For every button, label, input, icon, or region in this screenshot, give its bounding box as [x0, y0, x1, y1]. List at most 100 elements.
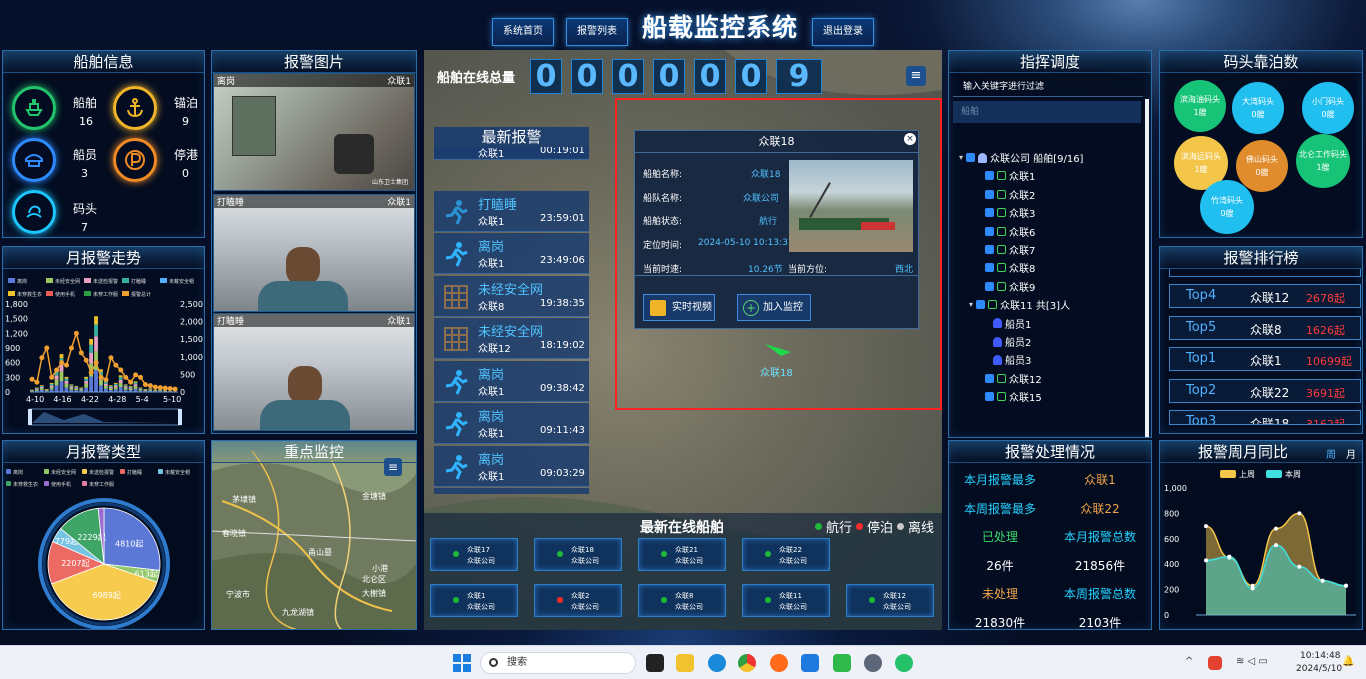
checkbox[interactable] [976, 300, 986, 310]
online-ship-chip[interactable]: 众联1 众联公司 [430, 584, 518, 617]
checkbox[interactable] [985, 263, 994, 273]
checkbox[interactable] [985, 189, 994, 199]
alarm-list-item[interactable]: 离岗 众联1 23:49:06 [434, 233, 589, 274]
settings-gear-icon[interactable] [864, 654, 882, 672]
alarm-list-item[interactable]: 打瞌睡 众联1 23:59:01 [434, 190, 589, 232]
alarm-list-item[interactable]: 离岗 众联1 09:38:42 [434, 360, 589, 402]
tree-person[interactable]: 船员1 [993, 316, 1031, 331]
tree-ship[interactable]: 众联1 [985, 168, 1035, 183]
alarm-list-item[interactable]: 未经安全网 众联8 19:38:35 [434, 275, 589, 317]
ranking-row[interactable]: Top2 众联22 3691起 [1169, 378, 1361, 403]
ranking-row[interactable]: Top4 众联12 2678起 [1169, 284, 1361, 308]
checkbox[interactable] [985, 245, 994, 254]
tab-week[interactable]: 周 [1326, 446, 1336, 461]
alarm-list-item[interactable]: 未经安全网众联1207:53:14 [434, 488, 589, 494]
ship-icon [988, 300, 998, 310]
tab-month[interactable]: 月 [1346, 446, 1356, 461]
online-ship-chip[interactable]: 众联11 众联公司 [742, 584, 830, 617]
checkbox[interactable] [985, 171, 994, 181]
chip-company: 众联公司 [779, 557, 807, 565]
rank-count: 3162起 [1306, 418, 1345, 426]
series-point [1274, 526, 1278, 531]
alarm-list-item[interactable]: 众联1 00:19:01 [434, 147, 589, 160]
notification-bell-icon[interactable]: 🔔 [1342, 656, 1354, 667]
map-place: 茅埭镇 [232, 495, 256, 504]
chip-company: 众联公司 [675, 557, 703, 565]
checkbox[interactable] [985, 281, 994, 291]
online-ship-chip[interactable]: 众联2 众联公司 [534, 584, 622, 617]
popup-title: 众联18 [635, 131, 918, 153]
checkbox[interactable] [985, 208, 994, 218]
hbuilder-icon[interactable] [833, 654, 851, 672]
key-monitor-title: 重点监控 [212, 441, 416, 463]
live-video-button[interactable]: 实时视频 [643, 294, 715, 321]
tree-ship[interactable]: 众联3 [985, 205, 1035, 220]
berth-bubble[interactable]: 佛山码头 0艘 [1236, 140, 1288, 192]
close-icon[interactable]: × [904, 133, 916, 145]
berth-bubble[interactable]: 滨海油码头 1艘 [1174, 80, 1226, 132]
clock-time[interactable]: 10:14:48 [1300, 651, 1340, 661]
ship-marker-icon[interactable] [763, 342, 793, 358]
clock-date[interactable]: 2024/5/10 [1296, 664, 1342, 674]
checkbox[interactable] [985, 392, 994, 402]
tree-ship[interactable]: 众联6 [985, 224, 1035, 239]
walking-person-icon [442, 240, 470, 268]
tree-ship[interactable]: 众联12 [985, 371, 1042, 386]
tree-ship[interactable]: 众联8 [985, 260, 1035, 275]
file-explorer-icon[interactable] [676, 654, 694, 672]
vscode-icon[interactable] [801, 654, 819, 672]
tree-person[interactable]: 船员3 [993, 352, 1031, 367]
scrollbar[interactable] [1145, 99, 1149, 437]
online-ship-chip[interactable]: 众联17 众联公司 [430, 538, 518, 571]
network-sound-battery-icon[interactable]: ≋ ◁ ▭ [1236, 656, 1268, 667]
tree-ship[interactable]: ▾ 众联11 共[3]人 [969, 297, 1070, 312]
checkbox[interactable] [985, 226, 994, 236]
checkbox[interactable] [985, 373, 994, 383]
pie-label: 2207起 [61, 559, 89, 568]
alarm-list-item[interactable]: 未经安全网 众联12 18:19:02 [434, 318, 589, 359]
handling-cell: 本月报警最多 [963, 473, 1036, 487]
tree-ship[interactable]: 众联15 [985, 389, 1042, 404]
taskbar-search[interactable]: 搜索 [480, 652, 636, 674]
berth-bubble[interactable]: 北仑工作码头 1艘 [1296, 134, 1350, 188]
berth-bubble[interactable]: 大湾码头 0艘 [1232, 82, 1284, 134]
caret-down-icon[interactable]: ▾ [969, 300, 973, 309]
ranking-row[interactable]: Top3 众联18 3162起 [1169, 410, 1361, 426]
popup-row-value: 众联公司 [743, 194, 780, 204]
task-view-icon[interactable] [646, 654, 664, 672]
handling-cell: 21856件 [1074, 558, 1126, 573]
ranking-row[interactable]: Top5 众联8 1626起 [1169, 315, 1361, 340]
tree-ship[interactable]: ▾ 众联公司 船舶[9/16] [959, 150, 1083, 165]
berth-bubble[interactable]: 竹湾码头 0艘 [1200, 180, 1254, 234]
windows-start-icon[interactable] [453, 654, 471, 672]
chrome-icon[interactable] [738, 654, 756, 672]
ranking-row[interactable]: Top1 众联1 10699起 [1169, 347, 1361, 372]
tree-ship[interactable]: 众联2 [985, 187, 1035, 202]
tree-ship[interactable]: 众联9 [985, 279, 1035, 294]
add-monitor-button[interactable]: + 加入监控 [737, 294, 811, 321]
online-ship-chip[interactable]: 众联18 众联公司 [534, 538, 622, 571]
alarm-list-item[interactable]: 离岗 众联1 09:11:43 [434, 403, 589, 444]
wechat-icon[interactable] [895, 654, 913, 672]
tree-ship[interactable]: 众联7 [985, 242, 1035, 257]
edge-icon[interactable] [708, 654, 726, 672]
online-ship-chip[interactable]: 众联21 众联公司 [638, 538, 726, 571]
ship-icon [997, 208, 1006, 218]
firefox-icon[interactable] [770, 654, 788, 672]
alarm-time: 23:49:06 [540, 255, 585, 266]
chip-ship-name: 众联21 [675, 546, 698, 554]
command-panel: 指挥调度 输入关键字进行过滤 船舶 ▾ 众联公司 船舶[9/16] 众联1 众联2 众联… [948, 50, 1152, 438]
online-ship-chip[interactable]: 众联12 众联公司 [846, 584, 934, 617]
tray-app-icon[interactable] [1208, 656, 1222, 670]
checkbox[interactable] [966, 153, 976, 162]
chip-company: 众联公司 [467, 603, 495, 611]
online-ship-chip[interactable]: 众联8 众联公司 [638, 584, 726, 617]
alarm-photo-ship: 众联1 [387, 198, 411, 208]
tree-person[interactable]: 船员2 [993, 334, 1031, 349]
online-ship-chip[interactable]: 众联22 众联公司 [742, 538, 830, 571]
caret-down-icon[interactable]: ▾ [959, 153, 963, 162]
alarm-photo-ship: 众联1 [387, 77, 411, 87]
chevron-up-icon[interactable]: ^ [1185, 656, 1193, 667]
berth-bubble[interactable]: 小门码头 0艘 [1302, 82, 1354, 134]
alarm-list-item[interactable]: 离岗 众联1 09:03:29 [434, 445, 589, 487]
